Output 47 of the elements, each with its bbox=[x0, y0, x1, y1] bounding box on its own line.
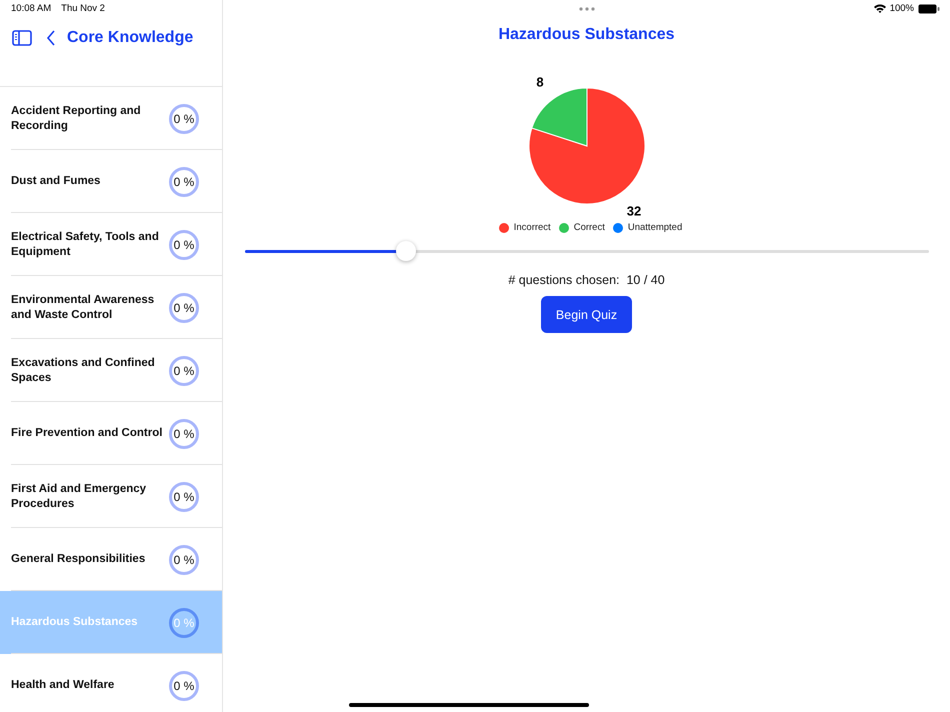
topic-list-item[interactable]: Dust and Fumes 0 % bbox=[0, 150, 222, 213]
progress-ring: 0 % bbox=[169, 292, 199, 322]
progress-ring: 0 % bbox=[169, 544, 199, 574]
legend-label: Unattempted bbox=[628, 222, 682, 233]
topic-title: Dust and Fumes bbox=[11, 174, 100, 189]
topic-list-item[interactable]: Electrical Safety, Tools and Equipment 0 % bbox=[0, 213, 222, 276]
progress-ring: 0 % bbox=[169, 482, 199, 512]
topic-list-item[interactable]: Fire Prevention and Control 0 % bbox=[0, 402, 222, 465]
topic-title: Health and Welfare bbox=[11, 678, 114, 693]
progress-ring: 0 % bbox=[169, 230, 199, 260]
status-time: 10:08 AM bbox=[11, 3, 52, 14]
sidebar-toggle-icon[interactable] bbox=[12, 30, 32, 46]
topic-title: Electrical Safety, Tools and Equipment bbox=[11, 230, 160, 260]
question-count-slider[interactable] bbox=[244, 241, 928, 261]
topic-title: First Aid and Emergency Procedures bbox=[11, 482, 148, 512]
progress-ring: 0 % bbox=[169, 356, 199, 386]
topic-title: Fire Prevention and Control bbox=[11, 426, 162, 441]
slider-thumb[interactable] bbox=[396, 240, 416, 260]
topic-title: Accident Reporting and Recording bbox=[11, 104, 142, 134]
progress-ring: 0 % bbox=[169, 608, 199, 638]
wifi-icon bbox=[874, 4, 886, 13]
battery-percent: 100% bbox=[890, 3, 914, 14]
battery-icon bbox=[918, 4, 940, 14]
more-dots-icon[interactable] bbox=[578, 6, 594, 10]
begin-quiz-button[interactable]: Begin Quiz bbox=[540, 296, 632, 333]
topic-list-item[interactable]: Excavations and Confined Spaces 0 % bbox=[0, 339, 222, 402]
topic-list-item[interactable]: General Responsibilities 0 % bbox=[0, 528, 222, 591]
topic-title: Environmental Awareness and Waste Control bbox=[11, 292, 156, 322]
back-title[interactable]: Core Knowledge bbox=[67, 29, 194, 47]
slice-value-label: 32 bbox=[626, 204, 641, 216]
status-date: Thu Nov 2 bbox=[61, 3, 105, 14]
topic-list-item[interactable]: First Aid and Emergency Procedures 0 % bbox=[0, 465, 222, 528]
legend-label: Incorrect bbox=[514, 222, 551, 233]
page-title: Hazardous Substances bbox=[498, 26, 675, 44]
slice-value-label: 8 bbox=[536, 74, 544, 90]
topic-list-item[interactable]: Environmental Awareness and Waste Control 0 % bbox=[0, 276, 222, 339]
topic-title: General Responsibilities bbox=[11, 552, 146, 567]
topic-title: Hazardous Substances bbox=[11, 615, 138, 630]
topic-title: Excavations and Confined Spaces bbox=[11, 356, 156, 386]
legend-label: Correct bbox=[574, 222, 605, 233]
progress-ring: 0 % bbox=[169, 670, 199, 700]
topic-list-item[interactable]: Accident Reporting and Recording 0 % bbox=[0, 87, 222, 150]
questions-chosen-text: # questions chosen: 10 / 40 bbox=[508, 273, 665, 287]
back-chevron-icon[interactable] bbox=[46, 30, 56, 46]
progress-ring: 0 % bbox=[169, 104, 199, 134]
progress-ring: 0 % bbox=[169, 166, 199, 196]
progress-ring: 0 % bbox=[169, 418, 199, 448]
